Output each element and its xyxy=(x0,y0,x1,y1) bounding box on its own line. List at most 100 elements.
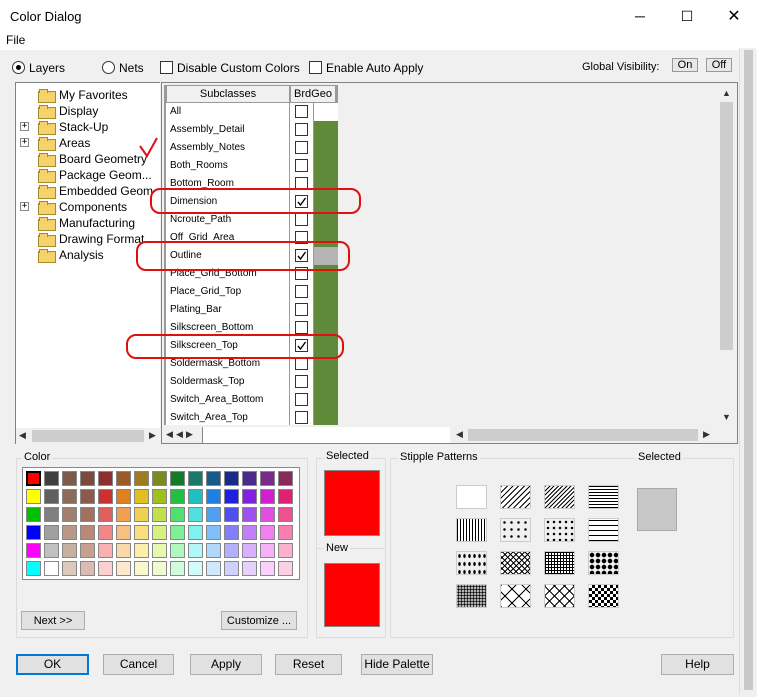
visibility-checkbox[interactable] xyxy=(295,159,308,172)
visibility-checkbox[interactable] xyxy=(295,285,308,298)
tree-item[interactable]: Components xyxy=(38,199,127,215)
palette-swatch[interactable] xyxy=(98,489,113,504)
palette-swatch[interactable] xyxy=(134,543,149,558)
prev-sheet-icon[interactable]: ◀ xyxy=(176,429,183,440)
visibility-cell[interactable] xyxy=(290,391,314,409)
grid-scroll-right-icon[interactable]: ▶ xyxy=(703,429,710,440)
palette-swatch[interactable] xyxy=(80,561,95,576)
tree-item[interactable]: Stack-Up xyxy=(38,119,108,135)
palette-swatch[interactable] xyxy=(62,471,77,486)
palette-swatch[interactable] xyxy=(242,471,257,486)
grid-hscroll-thumb[interactable] xyxy=(468,429,698,441)
disable-custom-colors-checkbox[interactable] xyxy=(160,61,173,74)
grid-scroll-left-icon[interactable]: ◀ xyxy=(456,429,463,440)
palette-swatch[interactable] xyxy=(134,471,149,486)
palette-swatch[interactable] xyxy=(278,471,293,486)
palette-swatch[interactable] xyxy=(116,471,131,486)
tree-item[interactable]: Board Geometry xyxy=(38,151,147,167)
visibility-cell[interactable] xyxy=(290,157,314,175)
visibility-checkbox[interactable] xyxy=(295,141,308,154)
stipple-pattern[interactable] xyxy=(544,551,575,575)
dialog-vscrollbar[interactable] xyxy=(739,48,756,694)
palette-swatch[interactable] xyxy=(116,525,131,540)
palette-swatch[interactable] xyxy=(26,471,41,486)
tree-item[interactable]: Embedded Geom xyxy=(38,183,153,199)
visibility-checkbox[interactable] xyxy=(295,411,308,424)
palette-swatch[interactable] xyxy=(170,489,185,504)
scroll-up-icon[interactable]: ▲ xyxy=(722,88,731,98)
customize-button[interactable]: Customize ... xyxy=(221,611,297,630)
palette-swatch[interactable] xyxy=(206,561,221,576)
first-sheet-icon[interactable]: ◀ xyxy=(166,429,173,440)
stipple-pattern[interactable] xyxy=(456,584,487,608)
global-visibility-on-button[interactable]: On xyxy=(672,58,698,72)
palette-swatch[interactable] xyxy=(26,543,41,558)
palette-swatch[interactable] xyxy=(116,561,131,576)
subclass-name[interactable]: All xyxy=(166,103,290,121)
palette-swatch[interactable] xyxy=(80,543,95,558)
palette-swatch[interactable] xyxy=(260,471,275,486)
palette-swatch[interactable] xyxy=(242,489,257,504)
scroll-right-icon[interactable]: ▶ xyxy=(149,430,156,441)
visibility-checkbox[interactable] xyxy=(295,303,308,316)
visibility-checkbox[interactable] xyxy=(295,321,308,334)
stipple-pattern[interactable] xyxy=(500,551,531,575)
tree-expand-icon[interactable]: + xyxy=(20,202,29,211)
stipple-pattern[interactable] xyxy=(456,518,487,542)
palette-swatch[interactable] xyxy=(170,471,185,486)
palette-swatch[interactable] xyxy=(278,489,293,504)
stipple-pattern[interactable] xyxy=(456,551,487,575)
minimize-icon[interactable]: ─ xyxy=(617,0,663,32)
layer-color-cell[interactable] xyxy=(314,409,338,425)
palette-swatch[interactable] xyxy=(98,561,113,576)
palette-swatch[interactable] xyxy=(62,561,77,576)
palette-swatch[interactable] xyxy=(80,471,95,486)
grid-sheet-tab[interactable] xyxy=(202,427,450,443)
palette-swatch[interactable] xyxy=(62,525,77,540)
palette-swatch[interactable] xyxy=(224,471,239,486)
palette-swatch[interactable] xyxy=(26,561,41,576)
palette-swatch[interactable] xyxy=(188,561,203,576)
palette-swatch[interactable] xyxy=(206,489,221,504)
tree-hscroll-thumb[interactable] xyxy=(32,430,144,442)
scroll-down-icon[interactable]: ▼ xyxy=(722,412,731,422)
layer-color-cell[interactable] xyxy=(314,373,338,391)
palette-swatch[interactable] xyxy=(44,525,59,540)
layer-color-cell[interactable] xyxy=(314,301,338,319)
visibility-checkbox[interactable] xyxy=(295,393,308,406)
palette-swatch[interactable] xyxy=(242,507,257,522)
palette-swatch[interactable] xyxy=(116,507,131,522)
tree-item[interactable]: Areas xyxy=(38,135,90,151)
layer-color-cell[interactable] xyxy=(314,103,338,121)
layer-color-cell[interactable] xyxy=(314,139,338,157)
palette-swatch[interactable] xyxy=(224,525,239,540)
palette-swatch[interactable] xyxy=(44,561,59,576)
tree-item[interactable]: Drawing Format xyxy=(38,231,144,247)
palette-swatch[interactable] xyxy=(44,471,59,486)
layers-radio-button[interactable] xyxy=(12,61,25,74)
help-button[interactable]: Help xyxy=(661,654,734,675)
dialog-vscroll-thumb[interactable] xyxy=(744,50,753,690)
palette-swatch[interactable] xyxy=(224,543,239,558)
palette-swatch[interactable] xyxy=(278,525,293,540)
tree-item[interactable]: Package Geom... xyxy=(38,167,152,183)
palette-swatch[interactable] xyxy=(62,543,77,558)
palette-swatch[interactable] xyxy=(206,471,221,486)
palette-swatch[interactable] xyxy=(206,507,221,522)
ok-button[interactable]: OK xyxy=(16,654,89,675)
nets-radio[interactable] xyxy=(102,61,115,77)
visibility-cell[interactable] xyxy=(290,283,314,301)
layer-color-cell[interactable] xyxy=(314,121,338,139)
palette-swatch[interactable] xyxy=(152,561,167,576)
layer-color-cell[interactable] xyxy=(314,157,338,175)
tree-item[interactable]: Manufacturing xyxy=(38,215,135,231)
stipple-pattern[interactable] xyxy=(500,485,531,509)
stipple-pattern[interactable] xyxy=(588,518,619,542)
palette-swatch[interactable] xyxy=(116,543,131,558)
visibility-cell[interactable] xyxy=(290,409,314,425)
visibility-cell[interactable] xyxy=(290,103,314,121)
palette-swatch[interactable] xyxy=(152,543,167,558)
stipple-pattern[interactable] xyxy=(588,485,619,509)
palette-swatch[interactable] xyxy=(62,507,77,522)
palette-swatch[interactable] xyxy=(260,507,275,522)
